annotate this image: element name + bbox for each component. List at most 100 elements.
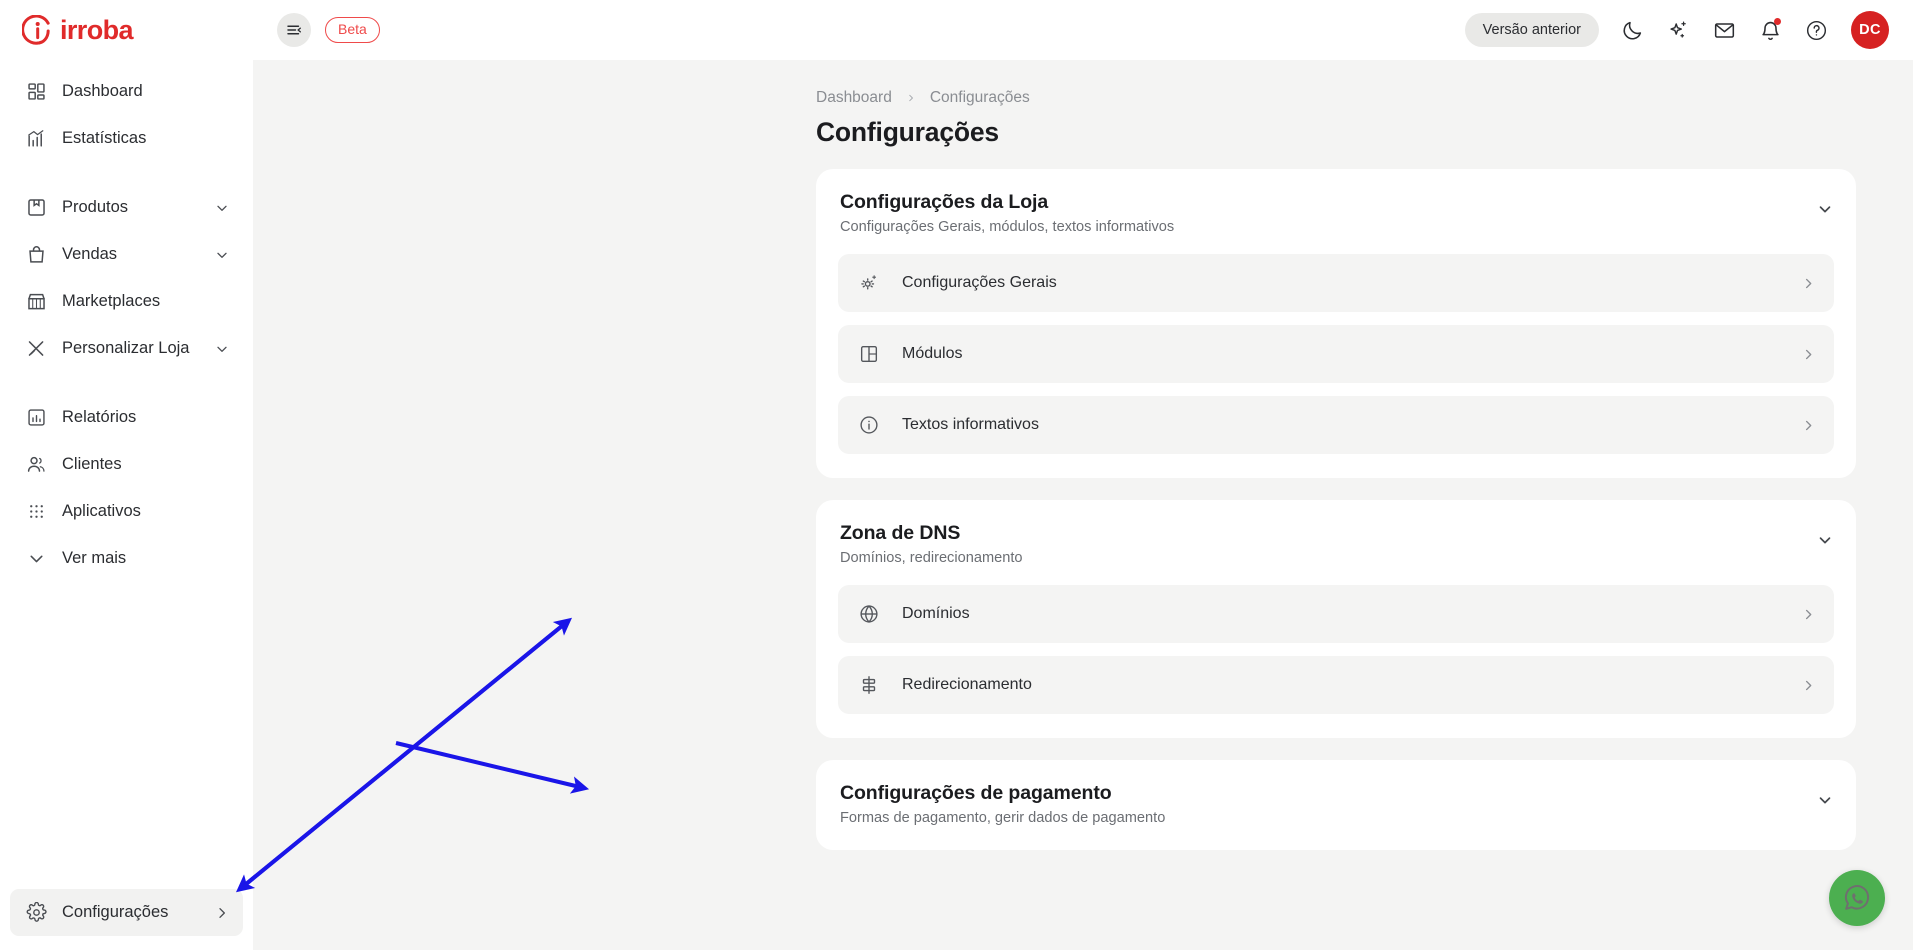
sidebar-item-label: Personalizar Loja xyxy=(62,339,190,357)
dark-mode-moon-icon[interactable] xyxy=(1619,17,1645,43)
card-rows: Domínios Redirecionamento xyxy=(838,585,1834,714)
sidebar-item-label: Produtos xyxy=(62,198,129,216)
sidebar-item-ver-mais[interactable]: Ver mais xyxy=(10,535,243,582)
sidebar-item-vendas[interactable]: Vendas xyxy=(10,231,243,278)
sidebar-item-produtos[interactable]: Produtos xyxy=(10,184,243,231)
main-region: Beta Versão anterior DC Dashboard Config… xyxy=(253,0,1913,950)
chevron-right-icon[interactable] xyxy=(214,905,230,921)
sparkles-ai-icon[interactable] xyxy=(1665,17,1691,43)
sidebar-item-label: Estatísticas xyxy=(62,129,147,147)
row-label: Textos informativos xyxy=(902,416,1039,433)
whatsapp-icon xyxy=(1841,882,1873,914)
settings-cards: Configurações da Loja Configurações Gera… xyxy=(253,169,1913,850)
collapse-menu-icon[interactable] xyxy=(277,13,311,47)
card-subtitle: Formas de pagamento, gerir dados de paga… xyxy=(840,810,1166,826)
dashboard-grid-icon xyxy=(26,81,47,102)
chevron-down-icon[interactable] xyxy=(214,200,230,216)
chevron-down-icon xyxy=(26,548,47,569)
sidebar-item-clientes[interactable]: Clientes xyxy=(10,441,243,488)
gear-sparkle-icon xyxy=(858,272,880,294)
topbar-actions: Versão anterior DC xyxy=(1464,11,1889,49)
row-textos-informativos[interactable]: Textos informativos xyxy=(838,396,1834,454)
card-header[interactable]: Configurações de pagamento Formas de pag… xyxy=(838,782,1834,826)
chevron-down-icon[interactable] xyxy=(1816,791,1834,809)
sidebar-footer: Configurações xyxy=(0,889,253,936)
card-configuracoes-de-pagamento: Configurações de pagamento Formas de pag… xyxy=(816,760,1856,850)
sidebar-item-configuracoes[interactable]: Configurações xyxy=(10,889,243,936)
card-title: Configurações da Loja xyxy=(840,191,1049,213)
sidebar-item-dashboard[interactable]: Dashboard xyxy=(10,68,243,115)
storefront-icon xyxy=(26,291,47,312)
shopping-bag-icon xyxy=(26,244,47,265)
previous-version-button[interactable]: Versão anterior xyxy=(1464,13,1599,47)
redirect-signpost-icon xyxy=(858,674,880,696)
avatar[interactable]: DC xyxy=(1851,11,1889,49)
row-modulos[interactable]: Módulos xyxy=(838,325,1834,383)
card-rows: Configurações Gerais Módulos Textos info… xyxy=(838,254,1834,454)
irroba-logo-icon xyxy=(21,14,53,46)
sidebar-item-estatisticas[interactable]: Estatísticas xyxy=(10,115,243,162)
breadcrumb-item-dashboard[interactable]: Dashboard xyxy=(816,89,892,107)
card-zona-de-dns: Zona de DNS Domínios, redirecionamento D… xyxy=(816,500,1856,738)
notification-badge-dot xyxy=(1774,18,1781,25)
box-product-icon xyxy=(26,197,47,218)
mail-envelope-icon[interactable] xyxy=(1711,17,1737,43)
bar-chart-report-icon xyxy=(26,407,47,428)
globe-icon xyxy=(858,603,880,625)
sidebar-item-label: Ver mais xyxy=(62,549,127,567)
chevron-down-icon[interactable] xyxy=(214,247,230,263)
sidebar-item-label: Configurações xyxy=(62,903,169,921)
chevron-down-icon[interactable] xyxy=(1816,531,1834,549)
card-title: Zona de DNS xyxy=(840,522,961,544)
sidebar-item-label: Relatórios xyxy=(62,408,137,426)
brand-logo[interactable]: irroba xyxy=(0,0,253,60)
card-subtitle: Domínios, redirecionamento xyxy=(840,550,1023,566)
apps-dots-icon xyxy=(26,501,47,522)
chevron-right-icon xyxy=(906,93,916,103)
sidebar-item-label: Marketplaces xyxy=(62,292,161,310)
chevron-right-icon[interactable] xyxy=(1801,607,1816,622)
card-title: Configurações de pagamento xyxy=(840,782,1112,804)
sidebar-item-aplicativos[interactable]: Aplicativos xyxy=(10,488,243,535)
row-label: Domínios xyxy=(902,605,970,622)
chevron-right-icon[interactable] xyxy=(1801,276,1816,291)
sidebar-item-label: Vendas xyxy=(62,245,118,263)
topbar: Beta Versão anterior DC xyxy=(253,0,1913,60)
row-label: Configurações Gerais xyxy=(902,274,1057,291)
row-label: Módulos xyxy=(902,345,963,362)
info-circle-icon xyxy=(858,414,880,436)
whatsapp-button[interactable] xyxy=(1829,870,1885,926)
breadcrumb-item-configuracoes[interactable]: Configurações xyxy=(930,89,1030,107)
layout-panel-icon xyxy=(858,343,880,365)
row-dominios[interactable]: Domínios xyxy=(838,585,1834,643)
row-redirecionamento[interactable]: Redirecionamento xyxy=(838,656,1834,714)
chevron-right-icon[interactable] xyxy=(1801,418,1816,433)
sidebar-item-label: Clientes xyxy=(62,455,122,473)
sidebar-item-marketplaces[interactable]: Marketplaces xyxy=(10,278,243,325)
chevron-right-icon[interactable] xyxy=(1801,347,1816,362)
row-configuracoes-gerais[interactable]: Configurações Gerais xyxy=(838,254,1834,312)
sidebar-divider-2 xyxy=(10,372,243,394)
card-subtitle: Configurações Gerais, módulos, textos in… xyxy=(840,219,1175,235)
breadcrumb: Dashboard Configurações xyxy=(253,87,1913,109)
sidebar-divider-1 xyxy=(10,162,243,184)
application-root: irroba Dashboard Estatísticas Produtos V… xyxy=(0,0,1913,950)
sidebar-item-relatorios[interactable]: Relatórios xyxy=(10,394,243,441)
sidebar-item-label: Dashboard xyxy=(62,82,143,100)
notification-bell-icon[interactable] xyxy=(1757,17,1783,43)
brand-name: irroba xyxy=(60,14,134,45)
chevron-down-icon[interactable] xyxy=(214,341,230,357)
gear-icon xyxy=(26,902,47,923)
chevron-down-icon[interactable] xyxy=(1816,200,1834,218)
card-header[interactable]: Configurações da Loja Configurações Gera… xyxy=(838,191,1834,235)
beta-badge[interactable]: Beta xyxy=(325,17,380,43)
chevron-right-icon[interactable] xyxy=(1801,678,1816,693)
help-question-icon[interactable] xyxy=(1803,17,1829,43)
card-header[interactable]: Zona de DNS Domínios, redirecionamento xyxy=(838,522,1834,566)
page-title: Configurações xyxy=(816,117,999,147)
chart-statistics-icon xyxy=(26,128,47,149)
card-configuracoes-da-loja: Configurações da Loja Configurações Gera… xyxy=(816,169,1856,478)
content-area: Dashboard Configurações Configurações Co… xyxy=(253,60,1913,950)
sidebar: irroba Dashboard Estatísticas Produtos V… xyxy=(0,0,253,950)
sidebar-item-personalizar-loja[interactable]: Personalizar Loja xyxy=(10,325,243,372)
